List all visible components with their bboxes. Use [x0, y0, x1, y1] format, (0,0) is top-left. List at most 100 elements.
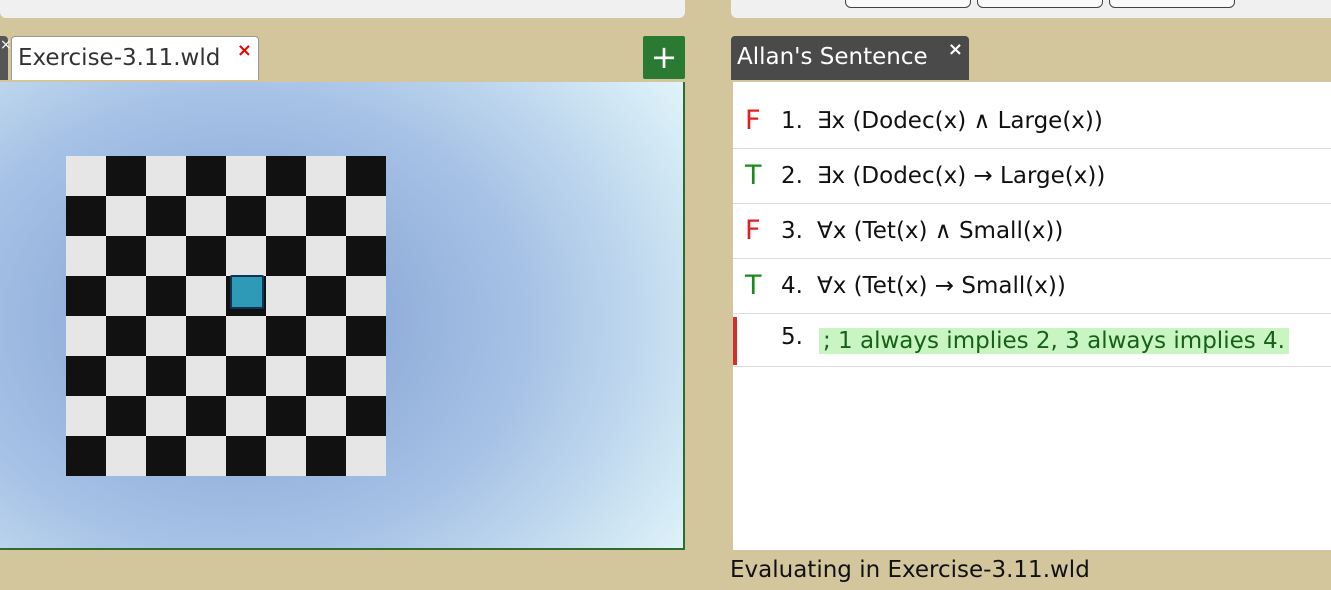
board-square[interactable]	[226, 396, 266, 436]
sentence-number: 5.	[781, 324, 803, 350]
world-view[interactable]	[0, 82, 685, 550]
sentence-number: 3.	[781, 218, 803, 244]
sentence-row-current[interactable]: 5. ; 1 always implies 2, 3 always implie…	[733, 312, 1331, 367]
sentence-panel: F 1. ∃x (Dodec(x) ∧ Large(x)) T 2. ∃x (D…	[733, 82, 1331, 550]
board-square[interactable]	[186, 396, 226, 436]
world-tab-close-icon[interactable]: ×	[237, 40, 252, 61]
world-tab[interactable]: Exercise-3.11.wld ×	[11, 36, 259, 80]
board-square[interactable]	[146, 436, 186, 476]
board-square[interactable]	[226, 356, 266, 396]
sentence-formula[interactable]: ∀x (Tet(x) ∧ Small(x))	[817, 218, 1063, 244]
board-square[interactable]	[306, 236, 346, 276]
sentence-row[interactable]: F 1. ∃x (Dodec(x) ∧ Large(x))	[733, 94, 1331, 149]
board-square[interactable]	[66, 196, 106, 236]
sentence-row[interactable]: T 2. ∃x (Dodec(x) → Large(x))	[733, 149, 1331, 204]
truth-value: F	[745, 105, 761, 136]
board-square[interactable]	[66, 276, 106, 316]
board-square[interactable]	[306, 196, 346, 236]
board-square[interactable]	[66, 356, 106, 396]
board-square[interactable]	[306, 316, 346, 356]
board-square[interactable]	[266, 196, 306, 236]
board-square[interactable]	[106, 316, 146, 356]
board-square[interactable]	[346, 436, 386, 476]
board-square[interactable]	[146, 196, 186, 236]
board-square[interactable]	[306, 156, 346, 196]
board-square[interactable]	[226, 196, 266, 236]
board-square[interactable]	[146, 236, 186, 276]
board-square[interactable]	[346, 196, 386, 236]
board-square[interactable]	[146, 396, 186, 436]
board-square[interactable]	[146, 276, 186, 316]
board-square[interactable]	[266, 236, 306, 276]
board-square[interactable]	[106, 236, 146, 276]
board-square[interactable]	[66, 396, 106, 436]
board-square[interactable]	[146, 356, 186, 396]
board-square[interactable]	[346, 316, 386, 356]
board-square[interactable]	[266, 316, 306, 356]
board-square[interactable]	[66, 316, 106, 356]
world-tab-label: Exercise-3.11.wld	[18, 45, 221, 71]
board-square[interactable]	[346, 276, 386, 316]
sentence-number: 1.	[781, 108, 803, 134]
board-square[interactable]	[266, 396, 306, 436]
sentence-tab-label: Allan's Sentence	[737, 44, 928, 70]
board-square[interactable]	[346, 396, 386, 436]
board-square[interactable]	[266, 436, 306, 476]
board-square[interactable]	[306, 356, 346, 396]
board-square[interactable]	[186, 356, 226, 396]
board-square[interactable]	[106, 196, 146, 236]
board-square[interactable]	[266, 356, 306, 396]
sentence-formula[interactable]: ∃x (Dodec(x) ∧ Large(x))	[817, 108, 1103, 134]
board-square[interactable]	[106, 156, 146, 196]
board-square[interactable]	[66, 236, 106, 276]
board-square[interactable]	[186, 196, 226, 236]
board-square[interactable]	[106, 396, 146, 436]
current-row-marker	[733, 317, 737, 365]
sentence-number: 4.	[781, 273, 803, 299]
board-square[interactable]	[226, 316, 266, 356]
board-square[interactable]	[186, 436, 226, 476]
board-square[interactable]	[306, 276, 346, 316]
sentence-row[interactable]: F 3. ∀x (Tet(x) ∧ Small(x))	[733, 204, 1331, 259]
board-square[interactable]	[66, 436, 106, 476]
board-square[interactable]	[146, 316, 186, 356]
truth-value: T	[745, 160, 762, 191]
toolbar-button-1[interactable]	[845, 0, 971, 8]
board-square[interactable]	[346, 356, 386, 396]
toolbar-button-3[interactable]	[1109, 0, 1235, 8]
board-square[interactable]	[106, 356, 146, 396]
board-square[interactable]	[226, 156, 266, 196]
board-square[interactable]	[186, 236, 226, 276]
top-left-panel	[0, 0, 685, 18]
chessboard[interactable]	[66, 156, 386, 476]
board-square[interactable]	[346, 236, 386, 276]
board-square[interactable]	[66, 156, 106, 196]
toolbar-button-2[interactable]	[977, 0, 1103, 8]
truth-value: T	[745, 270, 762, 301]
status-text: Evaluating in Exercise-3.11.wld	[730, 557, 1090, 583]
board-square[interactable]	[106, 436, 146, 476]
board-square[interactable]	[226, 236, 266, 276]
sentence-comment[interactable]: ; 1 always implies 2, 3 always implies 4…	[819, 328, 1289, 354]
board-square[interactable]	[346, 156, 386, 196]
board-square[interactable]	[186, 156, 226, 196]
truth-value: F	[745, 215, 761, 246]
board-square[interactable]	[186, 316, 226, 356]
board-square[interactable]	[146, 156, 186, 196]
small-tet-block[interactable]	[230, 275, 264, 309]
previous-tab-close-icon[interactable]: ×	[0, 38, 12, 52]
board-square[interactable]	[186, 276, 226, 316]
board-square[interactable]	[306, 396, 346, 436]
board-square[interactable]	[106, 276, 146, 316]
sentence-formula[interactable]: ∀x (Tet(x) → Small(x))	[817, 273, 1066, 299]
sentence-tab[interactable]: Allan's Sentence ×	[731, 36, 969, 80]
add-world-button[interactable]: +	[643, 36, 685, 79]
sentence-tab-close-icon[interactable]: ×	[948, 39, 963, 60]
sentence-formula[interactable]: ∃x (Dodec(x) → Large(x))	[817, 163, 1105, 189]
board-square[interactable]	[306, 436, 346, 476]
board-square[interactable]	[266, 156, 306, 196]
board-square[interactable]	[226, 436, 266, 476]
board-square[interactable]	[266, 276, 306, 316]
top-right-panel	[731, 0, 1331, 18]
sentence-row[interactable]: T 4. ∀x (Tet(x) → Small(x))	[733, 259, 1331, 314]
